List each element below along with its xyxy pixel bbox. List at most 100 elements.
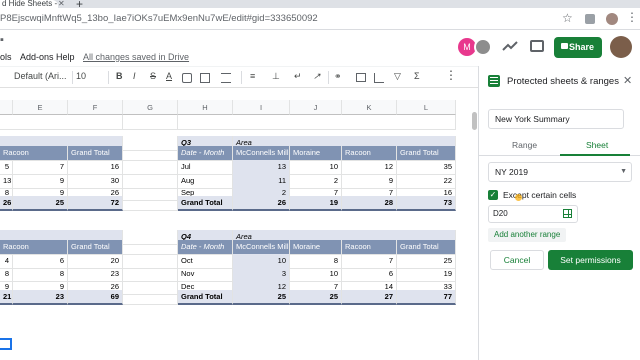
pivot-header-cell[interactable]: Date - Month [178, 146, 233, 161]
column-header-stub[interactable] [0, 100, 13, 115]
pivot-header-cell[interactable]: Racoon [0, 146, 68, 161]
grid-cell[interactable] [123, 115, 178, 130]
grid-cell[interactable] [178, 115, 456, 130]
grid-cell[interactable] [123, 240, 178, 255]
total-cell[interactable]: 26 [233, 196, 290, 211]
bold-button[interactable]: B [116, 71, 123, 81]
total-label[interactable]: Grand Total [178, 290, 233, 305]
pivot-header-cell[interactable]: Moraine [290, 240, 342, 255]
pivot-header-cell[interactable]: Date - Month [178, 240, 233, 255]
pivot-header-cell[interactable]: Grand Total [397, 146, 456, 161]
column-header-e[interactable]: E [13, 100, 68, 115]
total-cell[interactable]: 23 [13, 290, 68, 305]
tab-close-icon[interactable]: ✕ [58, 0, 65, 8]
browser-menu-icon[interactable]: ⋮ [626, 10, 638, 24]
strikethrough-button[interactable]: S [150, 71, 156, 81]
total-label[interactable]: Grand Total [178, 196, 233, 211]
total-cell[interactable]: 27 [342, 290, 397, 305]
close-icon[interactable]: ✕ [623, 74, 632, 87]
total-cell[interactable]: 25 [233, 290, 290, 305]
profile-icon[interactable] [606, 13, 618, 25]
tab-range[interactable]: Range [512, 140, 537, 150]
grid-cell[interactable]: 5 [0, 160, 13, 175]
address-bar[interactable]: P8EjscwqiMnftWq5_13bo_Iae7iOKs7uEMx9enNu… [0, 8, 640, 30]
grid-cell[interactable] [123, 160, 178, 175]
column-header-k[interactable]: K [342, 100, 397, 115]
tab-sheet[interactable]: Sheet [586, 140, 608, 150]
italic-button[interactable]: I [133, 71, 136, 81]
column-header-l[interactable]: L [397, 100, 456, 115]
except-cells-label[interactable]: Except certain cells [503, 190, 576, 200]
text-color-button[interactable]: A [166, 71, 172, 81]
column-header-j[interactable]: J [290, 100, 342, 115]
total-cell[interactable]: 69 [68, 290, 123, 305]
total-cell[interactable]: 19 [290, 196, 342, 211]
activity-dashboard-icon[interactable] [502, 38, 518, 54]
pivot-header-cell[interactable]: Racoon [0, 240, 68, 255]
user-avatar[interactable] [610, 36, 632, 58]
grid-cell[interactable]: Jul [178, 160, 233, 175]
font-size-select[interactable]: 10 [76, 71, 104, 81]
menu-help[interactable]: Help [56, 52, 75, 62]
grid-cell[interactable]: 7 [13, 160, 68, 175]
sheet-select[interactable]: NY 2019 ▼ [488, 162, 632, 182]
grid-cell[interactable] [123, 146, 178, 161]
horizontal-align-icon[interactable]: ≡ [250, 71, 255, 81]
select-range-icon[interactable] [563, 209, 572, 218]
total-cell[interactable]: 73 [397, 196, 456, 211]
extension-icon[interactable] [585, 14, 595, 24]
total-cell[interactable]: 25 [290, 290, 342, 305]
filter-icon[interactable]: ▽ [394, 71, 401, 82]
grid-cell[interactable]: 16 [68, 160, 123, 175]
total-cell[interactable]: 25 [13, 196, 68, 211]
column-header-g[interactable]: G [123, 100, 178, 115]
grid-cell[interactable] [123, 196, 178, 211]
menu-addons[interactable]: Add-ons [20, 52, 54, 62]
total-cell[interactable]: 28 [342, 196, 397, 211]
add-range-button[interactable]: Add another range [488, 228, 567, 242]
vertical-align-icon[interactable]: ⊥ [272, 71, 280, 82]
column-header-i[interactable]: I [233, 100, 290, 115]
functions-icon[interactable]: Σ [414, 71, 420, 81]
pivot-header-cell[interactable]: McConnells Mill [233, 240, 290, 255]
grid-cell[interactable]: 10 [290, 160, 342, 175]
grid-cell[interactable]: 35 [397, 160, 456, 175]
save-status-link[interactable]: All changes saved in Drive [83, 52, 189, 62]
column-header-h[interactable]: H [178, 100, 233, 115]
fill-color-icon[interactable] [182, 73, 192, 83]
selected-cell-outline[interactable] [0, 338, 12, 350]
anonymous-avatar[interactable] [474, 38, 492, 56]
text-rotation-icon[interactable]: ↗ [313, 71, 321, 82]
pivot-header-cell[interactable]: Racoon [342, 146, 397, 161]
merge-cells-icon[interactable] [221, 73, 231, 83]
pivot-header-cell[interactable]: Grand Total [68, 240, 123, 255]
spreadsheet-grid[interactable]: E F G H I J K L Q3 Area Racoon Grand Tot… [0, 100, 470, 360]
url-text[interactable]: P8EjscwqiMnftWq5_13bo_Iae7iOKs7uEMx9enNu… [0, 13, 318, 24]
more-options-icon[interactable]: ⋮ [445, 68, 457, 82]
total-cell[interactable]: 21 [0, 290, 13, 305]
grid-cell[interactable]: 13 [233, 160, 290, 175]
grid-cell[interactable] [0, 115, 123, 130]
insert-link-icon[interactable]: ⚭ [334, 71, 342, 82]
pivot-header-cell[interactable]: McConnells Mill [233, 146, 290, 161]
insert-chart-icon[interactable] [374, 73, 384, 83]
text-wrap-icon[interactable]: ↵ [294, 71, 302, 82]
cancel-button[interactable]: Cancel [490, 250, 544, 270]
menu-tools[interactable]: ols [0, 52, 12, 62]
pivot-header-cell[interactable]: Grand Total [68, 146, 123, 161]
vertical-scrollbar[interactable] [472, 112, 477, 130]
borders-icon[interactable] [200, 73, 210, 83]
total-cell[interactable]: 72 [68, 196, 123, 211]
insert-comment-icon[interactable] [356, 73, 366, 82]
grid-cell[interactable] [123, 290, 178, 305]
except-cells-checkbox[interactable]: ✓ [488, 190, 498, 200]
comments-icon[interactable] [530, 40, 544, 52]
total-cell[interactable]: 77 [397, 290, 456, 305]
pivot-header-cell[interactable]: Racoon [342, 240, 397, 255]
font-family-select[interactable]: Default (Ari... [14, 71, 70, 81]
total-cell[interactable]: 26 [0, 196, 13, 211]
pivot-header-cell[interactable]: Grand Total [397, 240, 456, 255]
set-permissions-button[interactable]: Set permissions [548, 250, 633, 270]
pivot-header-cell[interactable]: Moraine [290, 146, 342, 161]
grid-cell[interactable]: 12 [342, 160, 397, 175]
